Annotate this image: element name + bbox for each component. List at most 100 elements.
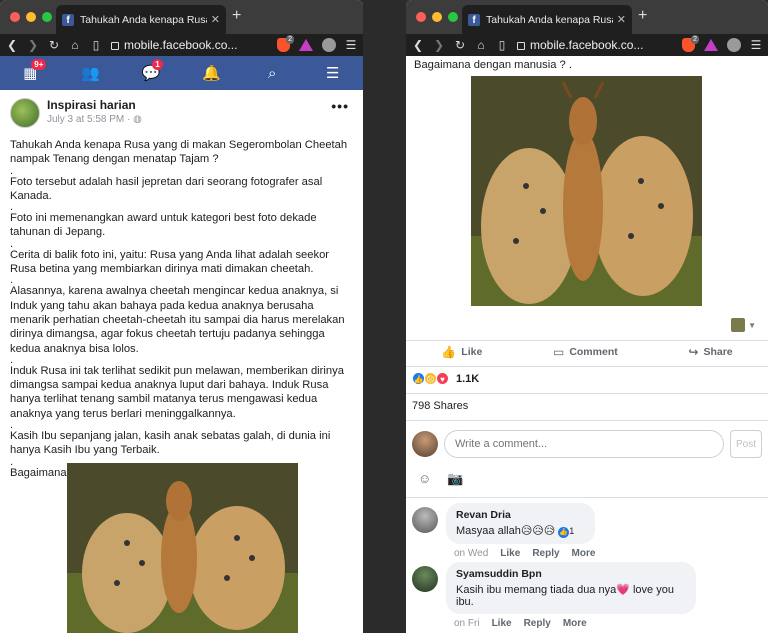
home-badge: 9+ — [31, 59, 47, 70]
commenter-name[interactable]: Syamsuddin Bpn — [456, 568, 686, 580]
post-paragraph: Foto ini memenangkan award untuk kategor… — [10, 212, 317, 239]
tab-close-icon[interactable]: ✕ — [211, 13, 220, 26]
browser-toolbar-right: ❮ ❯ ↻ ⌂ ▯ mobile.facebook.co... 2 ☰ — [406, 34, 768, 56]
post-paragraph: Kasih Ibu sepanjang jalan, kasih anak se… — [10, 430, 331, 457]
address-bar[interactable]: mobile.facebook.co... — [517, 36, 673, 54]
post-author[interactable]: Inspirasi harian — [47, 98, 142, 112]
commenter-avatar[interactable] — [412, 566, 438, 592]
facebook-favicon-icon: f — [468, 13, 480, 26]
home-icon[interactable]: ⌂ — [69, 39, 81, 51]
browser-tab[interactable]: f Tahukah Anda kenapa Rusa yang ✕ — [56, 5, 226, 34]
comment-more-button[interactable]: More — [572, 548, 596, 559]
like-button[interactable]: 👍 Like — [441, 345, 482, 359]
comment-like-button[interactable]: Like — [500, 548, 520, 559]
post-paragraph: Alasannya, karena awalnya cheetah mengin… — [10, 285, 345, 355]
facebook-favicon-icon: f — [62, 13, 74, 26]
profile-thumbnail — [731, 318, 746, 332]
share-count[interactable]: 798 Shares — [412, 400, 468, 412]
commenter-avatar[interactable] — [412, 507, 438, 533]
minimize-window-button[interactable] — [432, 12, 442, 22]
reload-icon[interactable]: ↻ — [454, 39, 466, 51]
emoji-icon[interactable]: ☺ — [418, 471, 431, 487]
brave-shields-icon[interactable]: 2 — [277, 35, 294, 52]
minimize-window-button[interactable] — [26, 12, 36, 22]
browser-toolbar: ❮ ❯ ↻ ⌂ ▯ mobile.facebook.co... 2 ☰ — [0, 34, 363, 56]
close-window-button[interactable] — [10, 12, 20, 22]
post-comment-button[interactable]: Post — [730, 430, 762, 458]
comment-bubble: Syamsuddin Bpn Kasih ibu memang tiada du… — [446, 562, 696, 614]
post-separator-dot: . — [10, 274, 14, 287]
reaction-summary[interactable]: 👍 ☹ ♥ 1.1K — [412, 372, 479, 385]
profile-icon[interactable] — [727, 38, 741, 52]
url-text[interactable]: mobile.facebook.co... — [124, 38, 237, 52]
brave-rewards-icon[interactable] — [299, 39, 313, 51]
brave-rewards-icon[interactable] — [704, 39, 718, 51]
window-controls — [10, 12, 52, 22]
maximize-window-button[interactable] — [42, 12, 52, 22]
comment-meta: on Fri Like Reply More — [446, 618, 696, 629]
post-photo-right[interactable] — [471, 76, 702, 306]
comment-item: Syamsuddin Bpn Kasih ibu memang tiada du… — [412, 562, 762, 629]
divider — [406, 393, 768, 394]
post-date-text[interactable]: July 3 at 5:58 PM · — [47, 114, 133, 125]
messenger-icon[interactable]: 💬 1 — [139, 59, 163, 82]
new-tab-button[interactable]: + — [638, 8, 647, 24]
post-closing-line: Bagaimana dengan manusia ? . — [414, 59, 572, 71]
browser-menu-icon[interactable]: ☰ — [345, 39, 357, 51]
comment-time[interactable]: on Fri — [454, 618, 480, 629]
reload-icon[interactable]: ↻ — [48, 39, 60, 51]
divider — [406, 340, 768, 341]
address-bar[interactable]: mobile.facebook.co... — [111, 36, 268, 54]
comment-reply-button[interactable]: Reply — [532, 548, 559, 559]
menu-icon[interactable]: ☰ — [321, 64, 345, 82]
comment-reply-button[interactable]: Reply — [524, 618, 551, 629]
bookmark-icon[interactable]: ▯ — [90, 39, 102, 51]
reaction-count: 1.1K — [456, 372, 480, 385]
tab-bar-right: f Tahukah Anda kenapa Rusa yang ✕ + — [406, 0, 768, 34]
bookmark-icon[interactable]: ▯ — [496, 39, 508, 51]
friends-icon[interactable]: 👥 — [79, 64, 103, 82]
facebook-nav-bar: ▦ 9+ 👥 💬 1 🔔 ⌕ ☰ — [0, 56, 363, 90]
comment-more-button[interactable]: More — [563, 618, 587, 629]
camera-icon[interactable]: 📷 — [447, 471, 463, 487]
tab-title: Tahukah Anda kenapa Rusa yang — [80, 13, 207, 26]
browser-tab-right[interactable]: f Tahukah Anda kenapa Rusa yang ✕ — [462, 5, 632, 34]
search-icon[interactable]: ⌕ — [260, 65, 284, 82]
close-window-button[interactable] — [416, 12, 426, 22]
post-separator-dot: . — [10, 164, 14, 177]
commenter-name[interactable]: Revan Dria — [456, 509, 585, 521]
browser-menu-icon[interactable]: ☰ — [750, 39, 762, 51]
new-tab-button[interactable]: + — [232, 8, 241, 24]
comment-meta: on Wed Like Reply More — [446, 548, 595, 559]
share-button[interactable]: ↪ Share — [688, 345, 732, 359]
comment-like-button[interactable]: Like — [492, 618, 512, 629]
comment-time[interactable]: on Wed — [454, 548, 488, 559]
back-icon[interactable]: ❮ — [6, 39, 18, 51]
reaction-profile-selector[interactable]: ▼ — [731, 318, 756, 332]
post-separator-dot: . — [10, 353, 14, 366]
tab-close-icon[interactable]: ✕ — [617, 13, 626, 26]
post-date[interactable]: July 3 at 5:58 PM · ◍ — [47, 114, 142, 125]
home-icon[interactable]: ⌂ — [475, 39, 487, 51]
comment-button[interactable]: ▭ Comment — [553, 345, 618, 359]
divider — [406, 497, 768, 498]
chevron-down-icon: ▼ — [748, 320, 756, 330]
forward-icon[interactable]: ❯ — [433, 39, 445, 51]
bell-icon[interactable]: 🔔 — [200, 64, 224, 82]
post-photo[interactable] — [67, 463, 298, 633]
url-text[interactable]: mobile.facebook.co... — [530, 38, 643, 52]
brave-shields-icon[interactable]: 2 — [682, 35, 699, 52]
profile-icon[interactable] — [322, 38, 336, 52]
home-feed-icon[interactable]: ▦ 9+ — [18, 59, 47, 82]
forward-icon[interactable]: ❯ — [27, 39, 39, 51]
lock-icon — [517, 42, 525, 50]
brave-count-badge: 2 — [286, 35, 294, 44]
back-icon[interactable]: ❮ — [412, 39, 424, 51]
post-actions: 👍 Like ▭ Comment ↪ Share — [406, 345, 768, 359]
comment-input[interactable] — [444, 430, 724, 458]
maximize-window-button[interactable] — [448, 12, 458, 22]
post-paragraph: Cerita di balik foto ini, yaitu: Rusa ya… — [10, 248, 330, 276]
more-options-icon[interactable]: ••• — [331, 98, 349, 114]
page-avatar[interactable] — [10, 98, 40, 128]
comment-icon: ▭ — [552, 345, 565, 359]
